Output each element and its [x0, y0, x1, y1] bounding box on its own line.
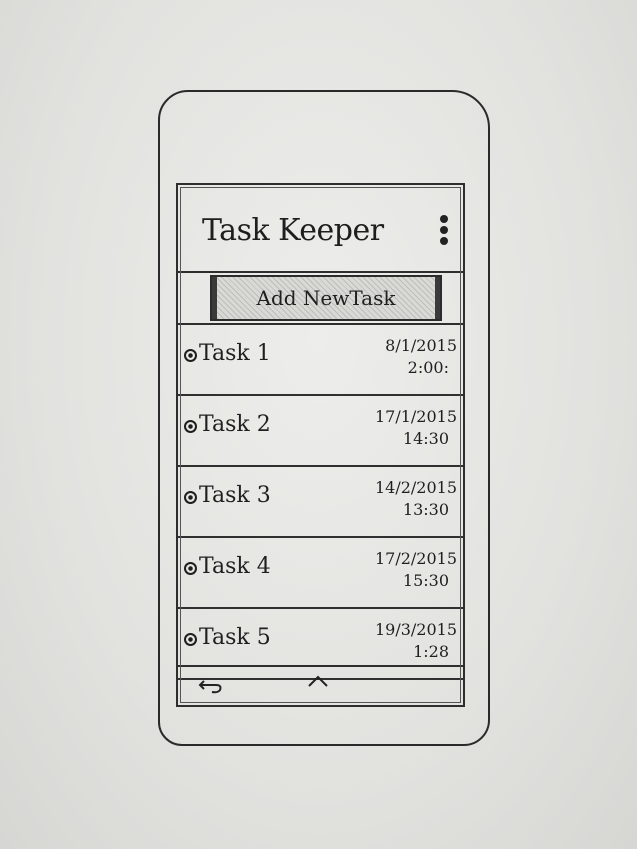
task-time: 2:00:: [407, 358, 449, 377]
app-title: Task Keeper: [202, 213, 384, 248]
task-name: Task 2: [199, 412, 271, 437]
bottom-nav-bar: [178, 665, 463, 705]
task-row[interactable]: Task 3 14/2/2015 13:30: [178, 467, 463, 538]
task-datetime: 17/1/2015 14:30: [375, 406, 457, 450]
task-time: 1:28: [413, 642, 449, 661]
task-row[interactable]: Task 2 17/1/2015 14:30: [178, 396, 463, 467]
task-bullet-icon: [184, 349, 197, 362]
menu-dot: [440, 215, 448, 223]
task-list: Task 1 8/1/2015 2:00: Task 2 17/1/2015 1…: [178, 325, 463, 680]
task-name: Task 1: [199, 341, 271, 366]
task-label-group: Task 1: [184, 341, 271, 366]
back-icon[interactable]: [198, 677, 224, 695]
task-date: 17/2/2015: [374, 549, 457, 568]
task-datetime: 14/2/2015 13:30: [375, 477, 457, 521]
task-time: 13:30: [402, 500, 449, 519]
task-date: 14/2/2015: [374, 478, 457, 497]
task-row[interactable]: Task 1 8/1/2015 2:00:: [178, 325, 463, 396]
task-bullet-icon: [184, 562, 197, 575]
task-datetime: 19/3/2015 1:28: [375, 619, 457, 663]
menu-dot: [440, 226, 448, 234]
task-bullet-icon: [184, 420, 197, 433]
menu-dot: [440, 237, 448, 245]
task-label-group: Task 4: [184, 554, 271, 579]
task-bullet-icon: [184, 633, 197, 646]
task-time: 15:30: [402, 571, 449, 590]
app-header: Task Keeper: [178, 185, 463, 273]
task-label-group: Task 3: [184, 483, 271, 508]
task-name: Task 3: [199, 483, 271, 508]
app-screen: Task Keeper Add NewTask Task 1 8/1/2015 …: [176, 183, 465, 707]
task-time: 14:30: [402, 429, 449, 448]
task-name: Task 4: [199, 554, 271, 579]
task-datetime: 8/1/2015 2:00:: [385, 335, 457, 379]
task-date: 17/1/2015: [374, 407, 457, 426]
task-date: 8/1/2015: [385, 336, 457, 355]
task-label-group: Task 5: [184, 625, 271, 650]
task-bullet-icon: [184, 491, 197, 504]
task-date: 19/3/2015: [374, 620, 457, 639]
add-new-task-button[interactable]: Add NewTask: [210, 275, 442, 321]
task-label-group: Task 2: [184, 412, 271, 437]
add-task-bar: Add NewTask: [178, 273, 463, 325]
task-row[interactable]: Task 4 17/2/2015 15:30: [178, 538, 463, 609]
overflow-menu-icon[interactable]: [437, 215, 451, 247]
task-datetime: 17/2/2015 15:30: [375, 548, 457, 592]
task-name: Task 5: [199, 625, 271, 650]
chevron-up-icon[interactable]: [306, 673, 330, 687]
